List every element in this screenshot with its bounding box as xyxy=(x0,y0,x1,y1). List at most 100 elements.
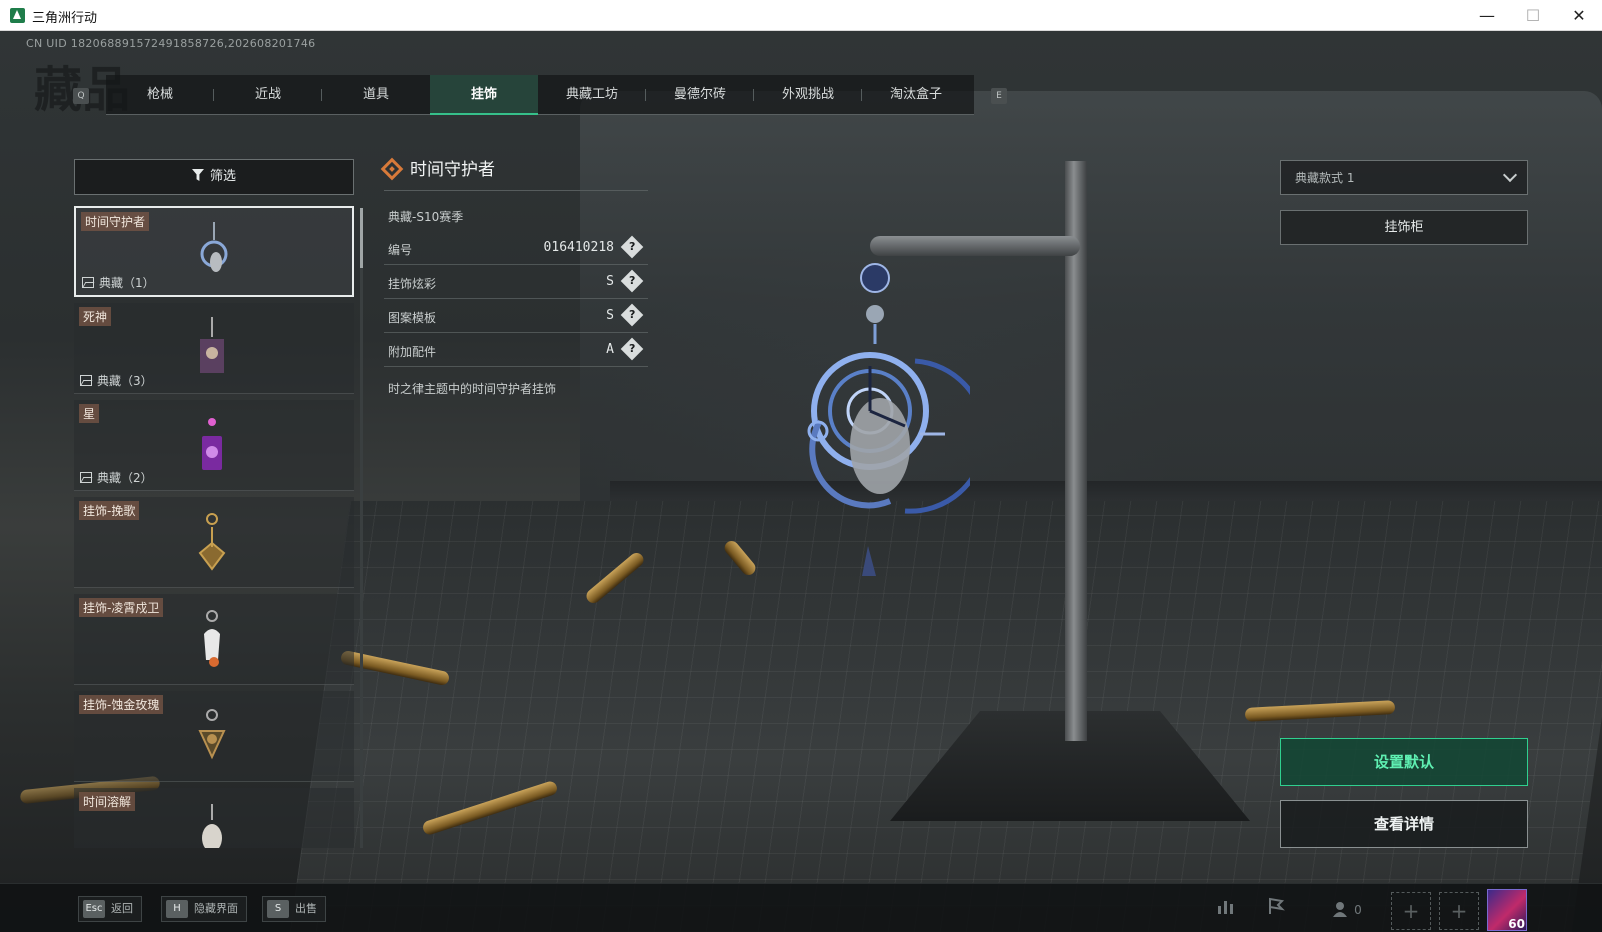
item-thumbnail xyxy=(198,513,226,571)
list-item[interactable]: 星 典藏（2） xyxy=(74,400,354,491)
tab-label: 曼德尔砖 xyxy=(673,87,726,102)
badge-text: 典藏（1） xyxy=(99,276,155,290)
tab-label: 近战 xyxy=(254,87,281,102)
divider xyxy=(384,190,648,191)
friends-button[interactable]: 0 xyxy=(1322,892,1372,928)
maximize-button[interactable]: ☐ xyxy=(1510,0,1556,31)
attr-value: 016410218 xyxy=(543,240,614,255)
tab-charms[interactable]: 挂饰 xyxy=(430,75,538,115)
item-thumbnail xyxy=(198,709,226,760)
hide-ui-hint[interactable]: H 隐藏界面 xyxy=(161,896,247,922)
gallery-icon xyxy=(80,375,92,386)
list-scrollbar[interactable] xyxy=(360,208,363,848)
h-key: H xyxy=(166,900,188,918)
tab-label: 枪械 xyxy=(146,87,173,102)
attr-key: 图案模板 xyxy=(388,311,437,325)
player-uid: CN UID 18206889157249185872​6,2026082017… xyxy=(26,37,316,50)
avatar[interactable]: 60 xyxy=(1487,889,1527,931)
tab-label: 道具 xyxy=(362,87,389,102)
tab-elimination-box[interactable]: 淘汰盒子 xyxy=(862,75,970,115)
hint-label: 隐藏界面 xyxy=(194,902,238,915)
item-name: 死神 xyxy=(79,307,112,326)
bottom-bar: Esc 返回 H 隐藏界面 S 出售 0 + + 60 xyxy=(0,883,1602,932)
pendant-model xyxy=(807,263,970,576)
list-item[interactable]: 死神 典藏（3） xyxy=(74,303,354,394)
help-icon[interactable]: ? xyxy=(620,337,644,361)
gallery-icon xyxy=(82,277,94,288)
app-icon xyxy=(10,8,25,23)
item-thumbnail xyxy=(204,610,220,667)
filter-label: 筛选 xyxy=(209,169,236,184)
stats-button[interactable] xyxy=(1206,892,1246,928)
attr-key: 附加配件 xyxy=(388,345,437,359)
item-thumbnail xyxy=(200,317,224,373)
list-item[interactable]: 挂饰-凌霄戍卫 xyxy=(74,594,354,685)
back-hint[interactable]: Esc 返回 xyxy=(78,896,142,922)
attr-value: S xyxy=(606,308,614,323)
esc-key: Esc xyxy=(83,900,105,918)
help-icon[interactable]: ? xyxy=(620,235,644,259)
display-stand-arm xyxy=(870,236,1080,256)
style-select-value: 典藏款式 1 xyxy=(1295,171,1355,185)
item-name: 挂饰-挽歌 xyxy=(79,501,140,520)
help-icon[interactable]: ? xyxy=(620,269,644,293)
gallery-icon xyxy=(80,472,92,483)
item-badge: 典藏（3） xyxy=(80,372,153,389)
help-mark: ? xyxy=(628,239,636,253)
bar-chart-icon xyxy=(1218,901,1233,914)
hint-label: 出售 xyxy=(295,902,317,915)
tab-guns[interactable]: 枪械 xyxy=(106,75,214,115)
attr-row-attachment: 附加配件 A ? xyxy=(384,333,648,367)
item-name: 挂饰-凌霄戍卫 xyxy=(79,598,164,617)
flag-icon xyxy=(1269,897,1285,914)
attr-value: A xyxy=(606,342,614,357)
sell-hint[interactable]: S 出售 xyxy=(262,896,326,922)
tab-label: 挂饰 xyxy=(470,87,497,102)
set-default-button[interactable]: 设置默认 xyxy=(1280,738,1528,786)
tab-next-key[interactable]: E xyxy=(991,88,1007,104)
attr-key: 挂饰炫彩 xyxy=(388,277,437,291)
scrollbar-thumb[interactable] xyxy=(360,208,363,268)
list-item[interactable]: 挂饰-蚀金玫瑰 xyxy=(74,691,354,782)
charm-cabinet-button[interactable]: 挂饰柜 xyxy=(1280,210,1528,245)
style-select[interactable]: 典藏款式 1 xyxy=(1280,160,1528,195)
tab-label: 典藏工坊 xyxy=(565,87,618,102)
charm-list: 时间守护者 典藏（1） 死神 典藏（3） 星 典藏（2） 挂饰-挽歌 挂饰-凌霄… xyxy=(74,206,354,848)
window-title: 三角洲行动 xyxy=(32,11,98,26)
add-party-slot[interactable]: + xyxy=(1391,892,1431,930)
badge-text: 典藏（3） xyxy=(97,374,153,388)
chevron-down-icon xyxy=(1502,167,1518,183)
item-description: 时之律主题中的时间守护者挂饰 xyxy=(388,382,557,396)
tab-items[interactable]: 道具 xyxy=(322,75,430,115)
detail-title: 时间守护者 xyxy=(380,155,495,181)
item-thumbnail xyxy=(200,222,228,272)
window-titlebar: 三角洲行动 — ☐ ✕ xyxy=(0,0,1602,31)
friends-count: 0 xyxy=(1354,903,1362,917)
help-icon[interactable]: ? xyxy=(620,303,644,327)
hint-label: 返回 xyxy=(111,902,133,915)
list-item[interactable]: 挂饰-挽歌 xyxy=(74,497,354,588)
attr-row-pattern: 图案模板 S ? xyxy=(384,299,648,333)
view-details-button[interactable]: 查看详情 xyxy=(1280,800,1528,848)
close-button[interactable]: ✕ xyxy=(1556,0,1602,31)
list-item[interactable]: 时间守护者 典藏（1） xyxy=(74,206,354,297)
help-mark: ? xyxy=(628,273,636,287)
list-item[interactable]: 时间溶解 xyxy=(74,788,354,848)
tab-label: 淘汰盒子 xyxy=(889,87,942,102)
add-party-slot[interactable]: + xyxy=(1439,892,1479,930)
rarity-diamond-icon xyxy=(380,157,404,181)
friends-icon xyxy=(1333,902,1348,917)
s-key: S xyxy=(267,900,289,918)
tab-melee[interactable]: 近战 xyxy=(214,75,322,115)
minimize-button[interactable]: — xyxy=(1464,0,1510,31)
tab-mandel-brick[interactable]: 曼德尔砖 xyxy=(646,75,754,115)
attr-row-color: 挂饰炫彩 S ? xyxy=(384,265,648,299)
filter-button[interactable]: 筛选 xyxy=(74,159,354,195)
tab-prev-key[interactable]: Q xyxy=(73,88,89,104)
flag-button[interactable] xyxy=(1257,892,1297,928)
badge-text: 典藏（2） xyxy=(97,471,153,485)
detail-title-text: 时间守护者 xyxy=(410,160,495,180)
attr-value: S xyxy=(606,274,614,289)
tab-appearance-challenge[interactable]: 外观挑战 xyxy=(754,75,862,115)
tab-collection-workshop[interactable]: 典藏工坊 xyxy=(538,75,646,115)
